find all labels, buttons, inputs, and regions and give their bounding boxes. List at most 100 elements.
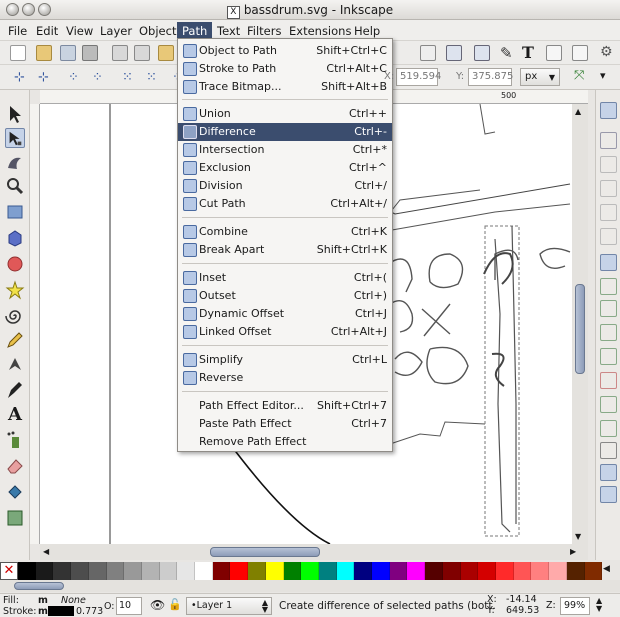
palette-swatch[interactable] bbox=[230, 562, 249, 580]
snap-bbox-midpoint-icon[interactable] bbox=[600, 204, 617, 221]
palette-swatch[interactable] bbox=[495, 562, 514, 580]
menu-item-division[interactable]: Division Ctrl+/ bbox=[178, 177, 392, 195]
horizontal-scrollbar[interactable]: ◀ ▶ bbox=[40, 544, 588, 560]
snap-bbox-edge-icon[interactable] bbox=[600, 156, 617, 173]
star-tool-icon[interactable] bbox=[5, 280, 25, 300]
delete-segment-icon[interactable]: ⁙ bbox=[146, 70, 157, 85]
palette-swatch[interactable] bbox=[71, 562, 89, 580]
palette-swatch[interactable] bbox=[336, 562, 355, 580]
stroke-indicator[interactable]: m bbox=[38, 606, 48, 617]
palette-swatch[interactable] bbox=[195, 562, 213, 580]
vertical-ruler[interactable] bbox=[30, 104, 40, 544]
menu-item-combine[interactable]: Combine Ctrl+K bbox=[178, 223, 392, 241]
stroke-width-value[interactable]: 0.773 bbox=[76, 606, 103, 617]
align-distribute-icon[interactable] bbox=[572, 45, 588, 61]
menu-layer[interactable]: Layer bbox=[95, 22, 137, 39]
menu-item-break-apart[interactable]: Break Apart Shift+Ctrl+K bbox=[178, 241, 392, 259]
menu-item-dynamic-offset[interactable]: Dynamic Offset Ctrl+J bbox=[178, 305, 392, 323]
palette-scroll-thumb[interactable] bbox=[14, 582, 64, 590]
tweak-tool-icon[interactable] bbox=[5, 152, 25, 172]
menu-item-cut-path[interactable]: Cut Path Ctrl+Alt+/ bbox=[178, 195, 392, 213]
layer-select[interactable]: •Layer 1 ▲ ▼ bbox=[186, 597, 272, 615]
print-icon[interactable] bbox=[82, 45, 98, 61]
export-icon[interactable] bbox=[134, 45, 150, 61]
menu-item-path-effect-editor[interactable]: Path Effect Editor... Shift+Ctrl+7 bbox=[178, 397, 392, 415]
palette-swatch[interactable] bbox=[212, 562, 231, 580]
3d-box-tool-icon[interactable] bbox=[5, 228, 25, 248]
vertical-scrollbar[interactable]: ▲ ▼ bbox=[572, 104, 588, 544]
new-document-icon[interactable] bbox=[10, 45, 26, 61]
insert-node-icon[interactable]: ⊹ bbox=[14, 70, 25, 85]
scroll-down-icon[interactable]: ▼ bbox=[575, 532, 581, 541]
scroll-right-icon[interactable]: ▶ bbox=[570, 547, 576, 556]
spray-tool-icon[interactable] bbox=[5, 430, 25, 450]
palette-swatch[interactable] bbox=[566, 562, 585, 580]
stroke-swatch[interactable] bbox=[48, 606, 74, 616]
palette-scrollbar[interactable] bbox=[0, 580, 620, 592]
menu-item-outset[interactable]: Outset Ctrl+) bbox=[178, 287, 392, 305]
horizontal-scroll-thumb[interactable] bbox=[210, 547, 320, 557]
palette-swatch[interactable] bbox=[88, 562, 107, 580]
snap-bbox-corner-icon[interactable] bbox=[600, 180, 617, 197]
selector-tool-icon[interactable] bbox=[5, 104, 25, 124]
palette-swatch[interactable] bbox=[53, 562, 72, 580]
y-coordinate-input[interactable]: 375.875 bbox=[468, 68, 513, 86]
menu-text[interactable]: Text bbox=[212, 22, 245, 39]
break-path-icon[interactable]: ⁘ bbox=[92, 70, 103, 85]
x-coordinate-input[interactable]: 519.594 bbox=[396, 68, 441, 86]
palette-swatch[interactable] bbox=[35, 562, 54, 580]
preferences-icon[interactable]: ⚙ bbox=[600, 44, 613, 60]
join-nodes-icon[interactable]: ⁘ bbox=[68, 70, 79, 85]
snap-cusp-icon[interactable] bbox=[600, 324, 617, 341]
palette-swatch[interactable] bbox=[283, 562, 302, 580]
undo-icon[interactable] bbox=[158, 45, 174, 61]
palette-swatch[interactable] bbox=[265, 562, 284, 580]
pen-fill-icon[interactable]: ✎ bbox=[500, 44, 513, 62]
join-segment-icon[interactable]: ⁙ bbox=[122, 70, 133, 85]
palette-swatch[interactable] bbox=[513, 562, 532, 580]
ellipse-tool-icon[interactable] bbox=[5, 254, 25, 274]
zoom-spinner-icon[interactable]: ▲ ▼ bbox=[596, 597, 602, 613]
units-select[interactable]: px ▼ bbox=[520, 68, 560, 86]
save-icon[interactable] bbox=[60, 45, 76, 61]
menu-item-stroke-to-path[interactable]: Stroke to Path Ctrl+Alt+C bbox=[178, 60, 392, 78]
rectangle-tool-icon[interactable] bbox=[5, 202, 25, 222]
palette-swatch[interactable] bbox=[549, 562, 567, 580]
palette-swatch[interactable] bbox=[177, 562, 196, 580]
text-tool-icon[interactable]: T bbox=[522, 43, 534, 62]
vertical-scroll-thumb[interactable] bbox=[575, 284, 585, 374]
menu-item-linked-offset[interactable]: Linked Offset Ctrl+Alt+J bbox=[178, 323, 392, 341]
palette-swatch[interactable] bbox=[584, 562, 603, 580]
palette-swatch[interactable] bbox=[425, 562, 443, 580]
menu-view[interactable]: View bbox=[61, 22, 98, 39]
palette-swatch[interactable] bbox=[478, 562, 496, 580]
spiral-tool-icon[interactable] bbox=[5, 306, 25, 326]
snap-rotation-center-icon[interactable] bbox=[600, 420, 617, 437]
fill-stroke-icon[interactable] bbox=[474, 45, 490, 61]
menu-item-inset[interactable]: Inset Ctrl+( bbox=[178, 269, 392, 287]
menu-extensions[interactable]: Extensions bbox=[284, 22, 356, 39]
scroll-left-icon[interactable]: ◀ bbox=[43, 547, 49, 556]
snap-midpoint-icon[interactable] bbox=[600, 372, 617, 389]
palette-swatch[interactable] bbox=[442, 562, 461, 580]
snap-nodes-icon[interactable] bbox=[600, 254, 617, 271]
xml-editor-icon[interactable] bbox=[546, 45, 562, 61]
menu-item-intersection[interactable]: Intersection Ctrl+* bbox=[178, 141, 392, 159]
menu-item-object-to-path[interactable]: Object to Path Shift+Ctrl+C bbox=[178, 42, 392, 60]
import-icon[interactable] bbox=[112, 45, 128, 61]
palette-swatch[interactable] bbox=[318, 562, 337, 580]
menu-path[interactable]: Path bbox=[177, 22, 213, 39]
palette-swatch[interactable] bbox=[301, 562, 319, 580]
palette-swatch[interactable] bbox=[159, 562, 178, 580]
snap-bbox-icon[interactable] bbox=[600, 132, 617, 149]
menu-help[interactable]: Help bbox=[349, 22, 385, 39]
palette-swatch[interactable] bbox=[407, 562, 426, 580]
palette-swatch[interactable] bbox=[389, 562, 408, 580]
zoom-tool-icon[interactable] bbox=[5, 176, 25, 196]
group-icon[interactable] bbox=[420, 45, 436, 61]
pencil-tool-icon[interactable] bbox=[5, 330, 25, 350]
snap-toggle-icon[interactable] bbox=[600, 102, 617, 119]
snap-paths-icon[interactable] bbox=[600, 278, 617, 295]
menu-object[interactable]: Object bbox=[134, 22, 181, 39]
snap-intersection-icon[interactable] bbox=[600, 300, 617, 317]
